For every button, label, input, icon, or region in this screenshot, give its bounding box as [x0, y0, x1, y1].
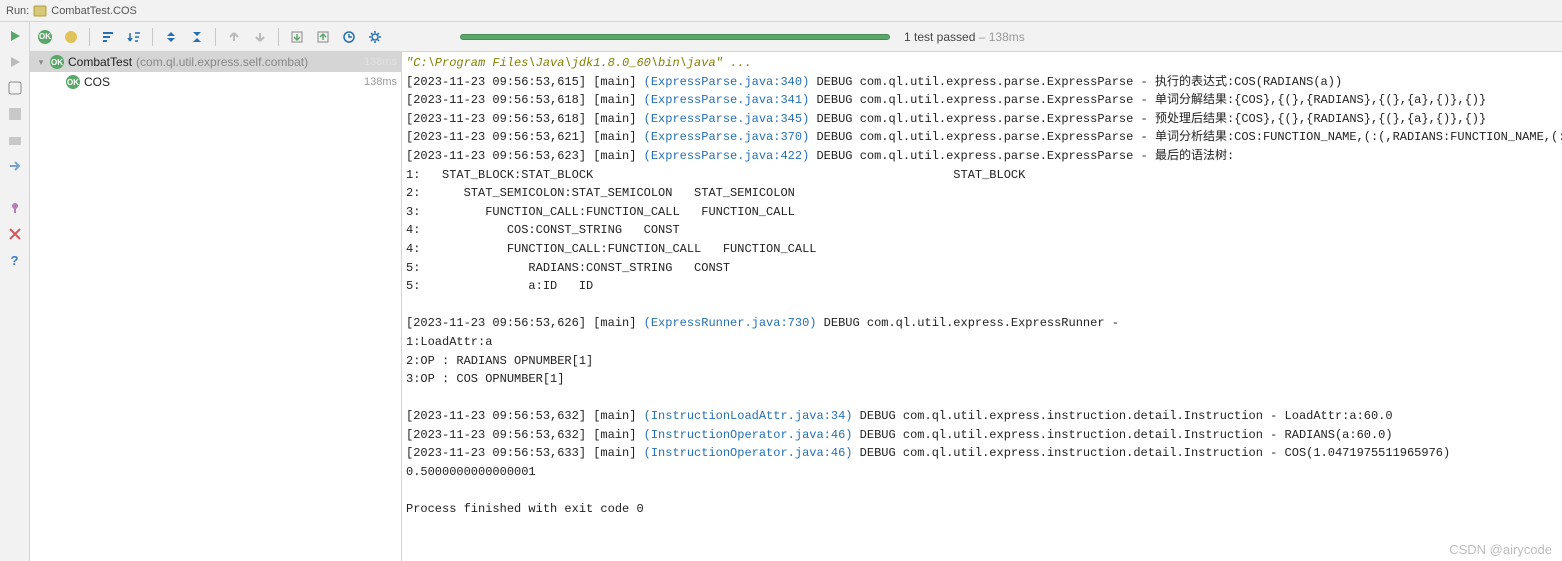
status-ok-icon: OK [66, 75, 80, 89]
tests-duration-label: 138ms [989, 30, 1025, 44]
dump-icon[interactable] [7, 132, 23, 148]
sort-icon[interactable] [97, 26, 119, 48]
source-link[interactable]: (ExpressParse.java:341) [644, 93, 810, 107]
watermark: CSDN @airycode [1449, 542, 1552, 557]
status-ok-icon: OK [50, 55, 64, 69]
stop-icon[interactable] [7, 106, 23, 122]
help-icon[interactable]: ? [7, 252, 23, 268]
source-link[interactable]: (ExpressParse.java:422) [644, 149, 810, 163]
console-output[interactable]: "C:\Program Files\Java\jdk1.8.0_60\bin\j… [402, 52, 1562, 561]
tests-passed-label: 1 test passed [904, 30, 975, 44]
source-link[interactable]: (InstructionOperator.java:46) [644, 428, 853, 442]
run-config-icon [33, 4, 47, 18]
source-link[interactable]: (ExpressRunner.java:730) [644, 316, 817, 330]
filter-ok-icon[interactable]: OK [34, 26, 56, 48]
source-link[interactable]: (ExpressParse.java:370) [644, 130, 810, 144]
progress-summary: 1 test passed – 138ms [904, 30, 1025, 44]
test-duration: 138ms [364, 56, 397, 68]
sort-order-icon[interactable] [123, 26, 145, 48]
history-icon[interactable] [338, 26, 360, 48]
tree-row-child[interactable]: OK COS 138ms [30, 72, 401, 92]
test-method-name: COS [84, 75, 110, 89]
test-tree[interactable]: ▾ OK CombatTest (com.ql.util.express.sel… [30, 52, 402, 561]
source-link[interactable]: (InstructionLoadAttr.java:34) [644, 409, 853, 423]
source-link[interactable]: (InstructionOperator.java:46) [644, 446, 853, 460]
filter-ignored-icon[interactable] [60, 26, 82, 48]
chevron-down-icon[interactable]: ▾ [36, 57, 46, 68]
test-duration: 138ms [364, 76, 397, 88]
run-label: Run: [6, 5, 29, 17]
expand-all-icon[interactable] [160, 26, 182, 48]
prev-icon[interactable] [223, 26, 245, 48]
import-icon[interactable] [286, 26, 308, 48]
exit-message: Process finished with exit code 0 [406, 502, 644, 516]
exit-icon[interactable] [7, 158, 23, 174]
rerun-icon[interactable] [7, 28, 23, 44]
pin-icon[interactable] [7, 200, 23, 216]
run-sidebar: ? [0, 22, 30, 561]
window-header: Run: CombatTest.COS [0, 0, 1562, 22]
settings-icon[interactable] [364, 26, 386, 48]
tree-row-root[interactable]: ▾ OK CombatTest (com.ql.util.express.sel… [30, 52, 401, 72]
progress-bar [460, 34, 890, 40]
test-class-package: (com.ql.util.express.self.combat) [136, 55, 308, 69]
toggle-auto-icon[interactable] [7, 80, 23, 96]
export-icon[interactable] [312, 26, 334, 48]
command-line: "C:\Program Files\Java\jdk1.8.0_60\bin\j… [406, 56, 752, 70]
rerun-failed-icon[interactable] [7, 54, 23, 70]
source-link[interactable]: (ExpressParse.java:340) [644, 75, 810, 89]
test-toolbar: OK 1 test passed – 138ms [30, 22, 1562, 52]
collapse-all-icon[interactable] [186, 26, 208, 48]
run-config-name: CombatTest.COS [51, 5, 137, 17]
close-icon[interactable] [7, 226, 23, 242]
test-class-name: CombatTest [68, 55, 132, 69]
next-icon[interactable] [249, 26, 271, 48]
source-link[interactable]: (ExpressParse.java:345) [644, 112, 810, 126]
